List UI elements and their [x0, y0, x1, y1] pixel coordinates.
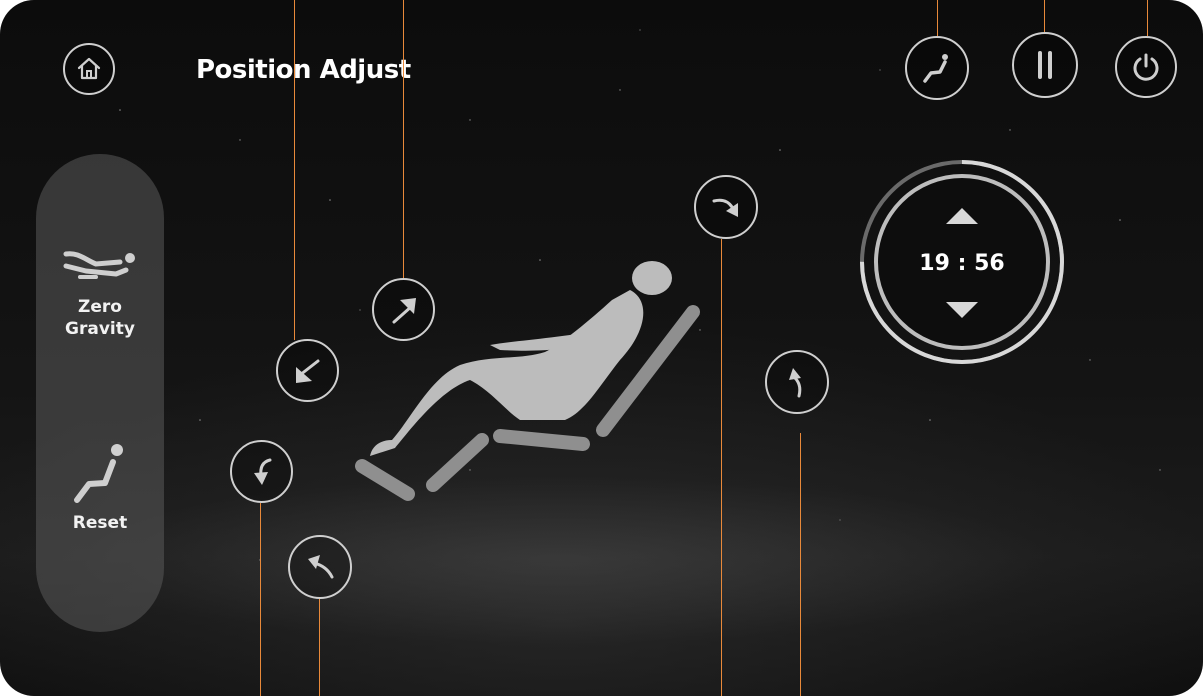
- recline-forward-button[interactable]: [694, 175, 758, 239]
- recline-back-button[interactable]: [765, 350, 829, 414]
- timer-readout: 19 : 56: [858, 251, 1066, 276]
- curved-arrow-down-icon: [253, 458, 271, 485]
- annotation-line: [800, 433, 801, 696]
- annotation-line: [294, 0, 295, 340]
- annotation-line: [319, 599, 320, 696]
- timer-increase-button[interactable]: [942, 204, 982, 228]
- triangle-up-icon: [946, 208, 978, 224]
- annotation-line: [937, 0, 938, 36]
- arrow-up-right-icon: [392, 297, 416, 323]
- timer-minutes: 19: [919, 251, 950, 276]
- curved-arrow-right-icon: [712, 198, 738, 217]
- timer-decrease-button[interactable]: [942, 298, 982, 322]
- triangle-down-icon: [946, 302, 978, 318]
- timer-seconds: 56: [974, 251, 1005, 276]
- timer-dial: 19 : 56: [858, 158, 1066, 366]
- curved-arrow-back-icon: [308, 555, 334, 579]
- app-screen: Position Adjust Zero Gravity Reset 19: …: [0, 0, 1203, 696]
- annotation-line: [721, 239, 722, 696]
- curved-arrow-up-icon: [789, 368, 802, 398]
- backrest-up-button[interactable]: [372, 278, 435, 341]
- annotation-line: [403, 0, 404, 278]
- annotation-line: [1147, 0, 1148, 36]
- timer-separator: :: [957, 251, 967, 276]
- annotation-line: [1044, 0, 1045, 32]
- backrest-down-button[interactable]: [276, 339, 339, 402]
- annotation-line: [260, 503, 261, 696]
- arrow-down-left-icon: [295, 359, 319, 383]
- legrest-up-button[interactable]: [230, 440, 293, 503]
- legrest-down-button[interactable]: [288, 535, 352, 599]
